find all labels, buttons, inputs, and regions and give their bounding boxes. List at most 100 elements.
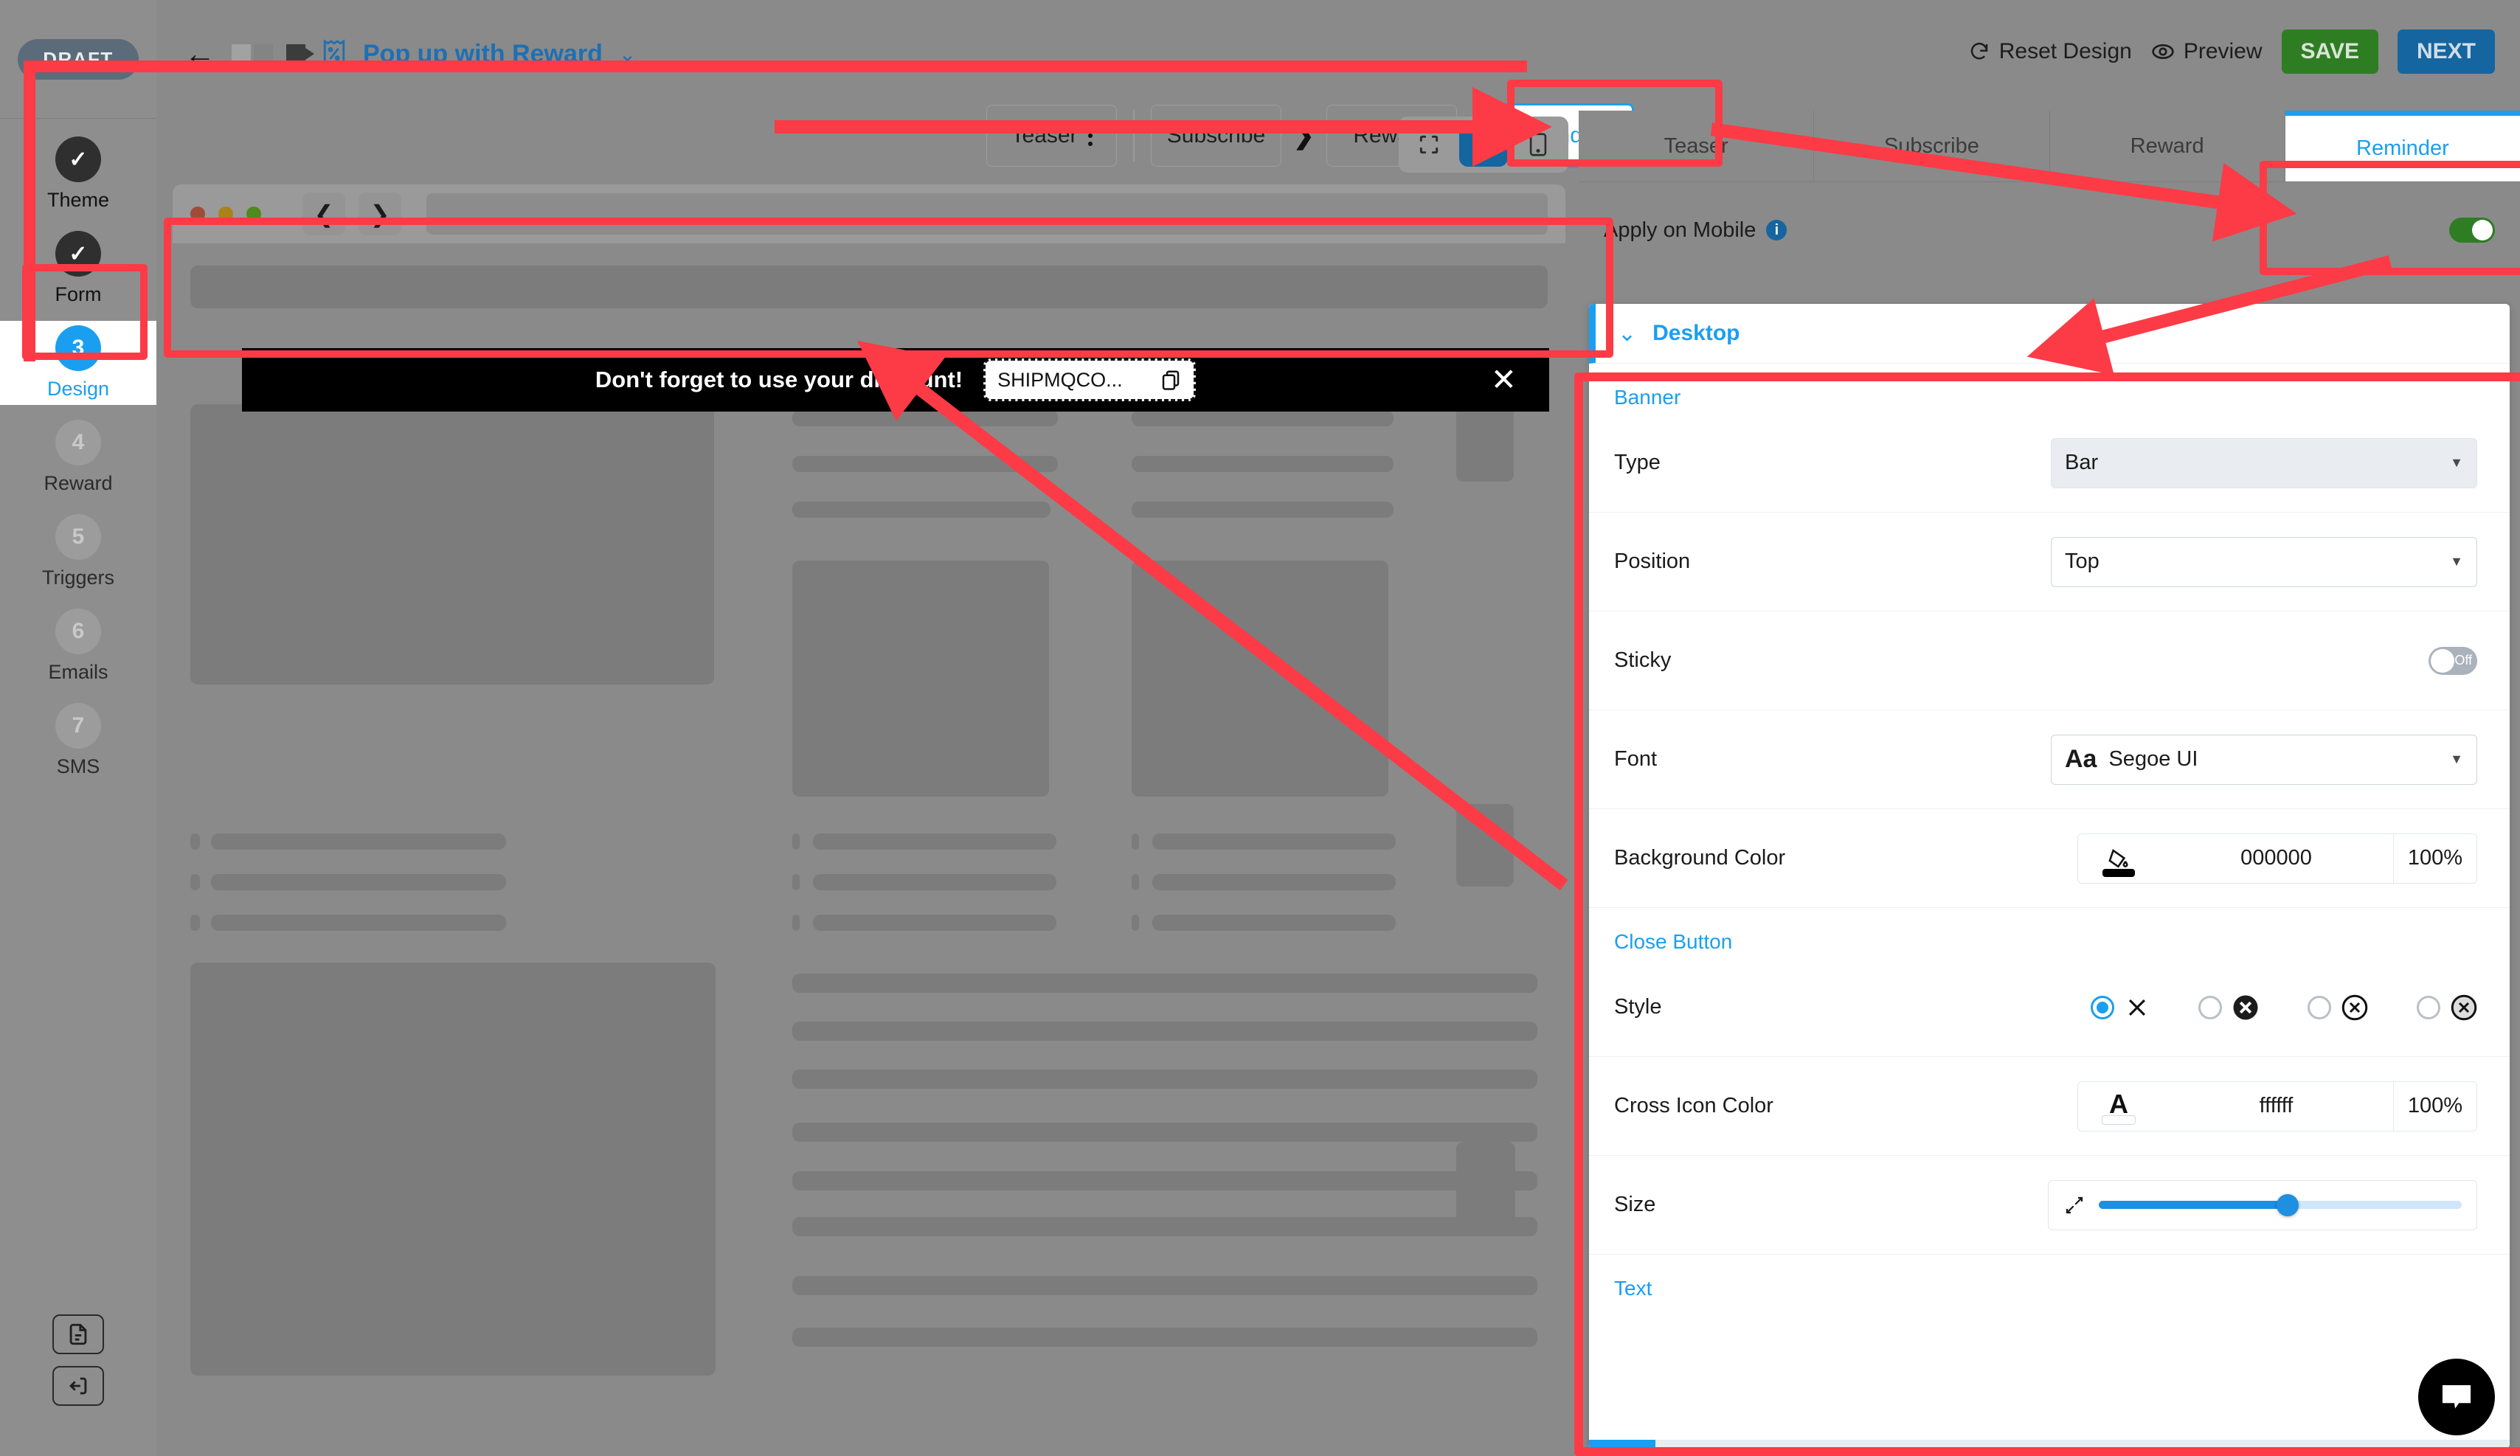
row-position: Position Top ▼ <box>1589 513 2510 611</box>
reminder-banner-preview: Don't forget to use your discount! SHIPM… <box>242 348 1549 412</box>
text-color-icon[interactable]: A <box>2078 1082 2159 1131</box>
kebab-menu-icon[interactable] <box>1087 125 1093 146</box>
banner-section-title: Banner <box>1614 386 1681 409</box>
size-slider-container[interactable] <box>2048 1179 2477 1230</box>
chat-widget-button[interactable] <box>2418 1359 2495 1435</box>
cross-icon-color-label: Cross Icon Color <box>1614 1094 1773 1117</box>
browser-back-icon[interactable]: ❮ <box>302 193 345 235</box>
radio-unselected[interactable] <box>2417 995 2440 1019</box>
row-font: Font Aa Segoe UI ▼ <box>1589 710 2510 809</box>
step-check-icon: ✓ <box>55 136 101 182</box>
style-option-gray-circle-x[interactable] <box>2417 994 2477 1021</box>
info-icon[interactable]: i <box>1766 220 1787 240</box>
sidebar-item-label: SMS <box>56 755 100 777</box>
preview-button[interactable]: Preview <box>2151 39 2263 64</box>
step-number: 5 <box>55 514 101 560</box>
style-option-filled-circle-x[interactable] <box>2198 994 2259 1021</box>
cross-icon-color-opacity[interactable]: 100% <box>2393 1081 2476 1131</box>
copy-icon[interactable] <box>1160 369 1182 391</box>
font-value: Segoe UI <box>2108 747 2198 771</box>
background-color-hex[interactable]: 000000 <box>2159 834 2393 883</box>
window-maximize-dot <box>246 207 261 221</box>
window-close-dot <box>190 207 205 221</box>
back-arrow-icon[interactable]: ← <box>184 38 215 69</box>
header-left: ← Pop up with Reward ⌄ <box>184 38 636 69</box>
sidebar-item-label: Triggers <box>41 566 115 589</box>
font-preview-icon: Aa <box>2065 745 2097 773</box>
app-root: DRAFT ✓ Theme ✓ Form 3 Design 4 Reward 5… <box>0 0 2520 1456</box>
desktop-accordion-header[interactable]: ⌄ Desktop <box>1589 304 2510 364</box>
sidebar-item-design[interactable]: 3 Design <box>0 321 156 405</box>
chevron-down-icon: ▼ <box>2450 752 2463 766</box>
panel-horizontal-scrollbar[interactable] <box>1589 1440 2510 1449</box>
close-circle-outline-icon <box>2341 994 2368 1020</box>
banner-close-icon[interactable]: ✕ <box>1491 364 1517 395</box>
chevron-down-icon: ▼ <box>2450 554 2463 569</box>
browser-forward-icon[interactable]: ❯ <box>359 193 401 235</box>
style-label: Style <box>1614 995 1662 1019</box>
tab-teaser[interactable]: Teaser <box>1579 111 1815 181</box>
position-value: Top <box>2065 550 2100 573</box>
font-select[interactable]: Aa Segoe UI ▼ <box>2051 734 2477 785</box>
paint-bucket-icon[interactable] <box>2078 834 2159 883</box>
sidebar-item-emails[interactable]: 6 Emails <box>0 604 156 688</box>
position-select[interactable]: Top ▼ <box>2051 536 2477 587</box>
sidebar-item-sms[interactable]: 7 SMS <box>0 698 156 783</box>
sidebar-item-theme[interactable]: ✓ Theme <box>0 132 156 216</box>
sidebar-item-label: Form <box>55 283 102 305</box>
cross-icon-color-field[interactable]: A ffffff 100% <box>2077 1081 2477 1131</box>
radio-selected[interactable] <box>2091 995 2114 1019</box>
editor-tab-subscribe[interactable]: Subscribe <box>1151 105 1281 167</box>
next-button[interactable]: NEXT <box>2397 30 2495 74</box>
apply-on-mobile-toggle[interactable] <box>2449 218 2495 243</box>
coupon-icon <box>323 39 345 69</box>
save-button[interactable]: SAVE <box>2281 30 2378 74</box>
browser-url-bar[interactable] <box>426 193 1548 235</box>
style-option-outline-circle-x[interactable] <box>2308 994 2368 1021</box>
close-button-section-title: Close Button <box>1614 930 1733 953</box>
sidebar-bottom-actions <box>0 1314 156 1406</box>
cross-icon-color-hex[interactable]: ffffff <box>2159 1082 2393 1131</box>
sidebar-item-reward[interactable]: 4 Reward <box>0 415 156 499</box>
tab-divider <box>1133 110 1135 162</box>
text-section-title: Text <box>1614 1277 1652 1300</box>
chevron-down-icon[interactable]: ⌄ <box>619 42 636 66</box>
logout-icon[interactable] <box>52 1366 104 1406</box>
background-color-opacity[interactable]: 100% <box>2393 833 2476 883</box>
header-actions: Reset Design Preview SAVE NEXT <box>1968 30 2495 74</box>
radio-unselected[interactable] <box>2198 995 2222 1019</box>
tab-reminder[interactable]: Reminder <box>2285 111 2520 181</box>
thumbnail-group <box>232 44 314 63</box>
document-icon[interactable] <box>52 1314 104 1354</box>
desktop-accordion-title: Desktop <box>1652 321 1740 345</box>
row-style: Style <box>1589 958 2510 1057</box>
size-slider[interactable] <box>2099 1193 2462 1216</box>
background-color-field[interactable]: 000000 100% <box>2077 833 2477 884</box>
top-header: ← Pop up with Reward ⌄ Reset Design Prev… <box>156 0 2520 111</box>
sticky-toggle[interactable]: Off <box>2429 646 2477 675</box>
mobile-icon[interactable] <box>1514 122 1562 167</box>
scrollbar-thumb[interactable] <box>1589 1440 1655 1449</box>
step-list: ✓ Theme ✓ Form 3 Design 4 Reward 5 Trigg… <box>0 132 156 783</box>
refresh-icon <box>1970 42 1987 60</box>
radio-unselected[interactable] <box>2308 995 2331 1019</box>
coupon-code-text: SHIPMQCO... <box>997 368 1123 391</box>
size-slider-handle[interactable] <box>2276 1193 2299 1216</box>
fullscreen-icon[interactable] <box>1405 122 1453 167</box>
sidebar-item-label: Theme <box>46 189 110 211</box>
window-minimize-dot <box>218 207 233 221</box>
tab-subscribe[interactable]: Subscribe <box>1814 111 2050 181</box>
row-sticky: Sticky Off <box>1589 611 2510 710</box>
desktop-icon[interactable] <box>1459 122 1508 167</box>
tab-reward[interactable]: Reward <box>2050 111 2285 181</box>
apply-on-mobile-label-group: Apply on Mobile i <box>1604 218 1787 243</box>
editor-tab-teaser[interactable]: Teaser <box>986 105 1117 167</box>
sidebar-item-form[interactable]: ✓ Form <box>0 226 156 311</box>
chevron-down-icon: ⌄ <box>1618 321 1637 346</box>
close-circle-gray-icon <box>2451 994 2477 1020</box>
style-option-plain-x[interactable] <box>2091 995 2150 1020</box>
coupon-code-chip[interactable]: SHIPMQCO... <box>983 358 1197 401</box>
type-select[interactable]: Bar ▼ <box>2051 437 2477 488</box>
reset-design-button[interactable]: Reset Design <box>1968 39 2132 64</box>
sidebar-item-triggers[interactable]: 5 Triggers <box>0 510 156 594</box>
